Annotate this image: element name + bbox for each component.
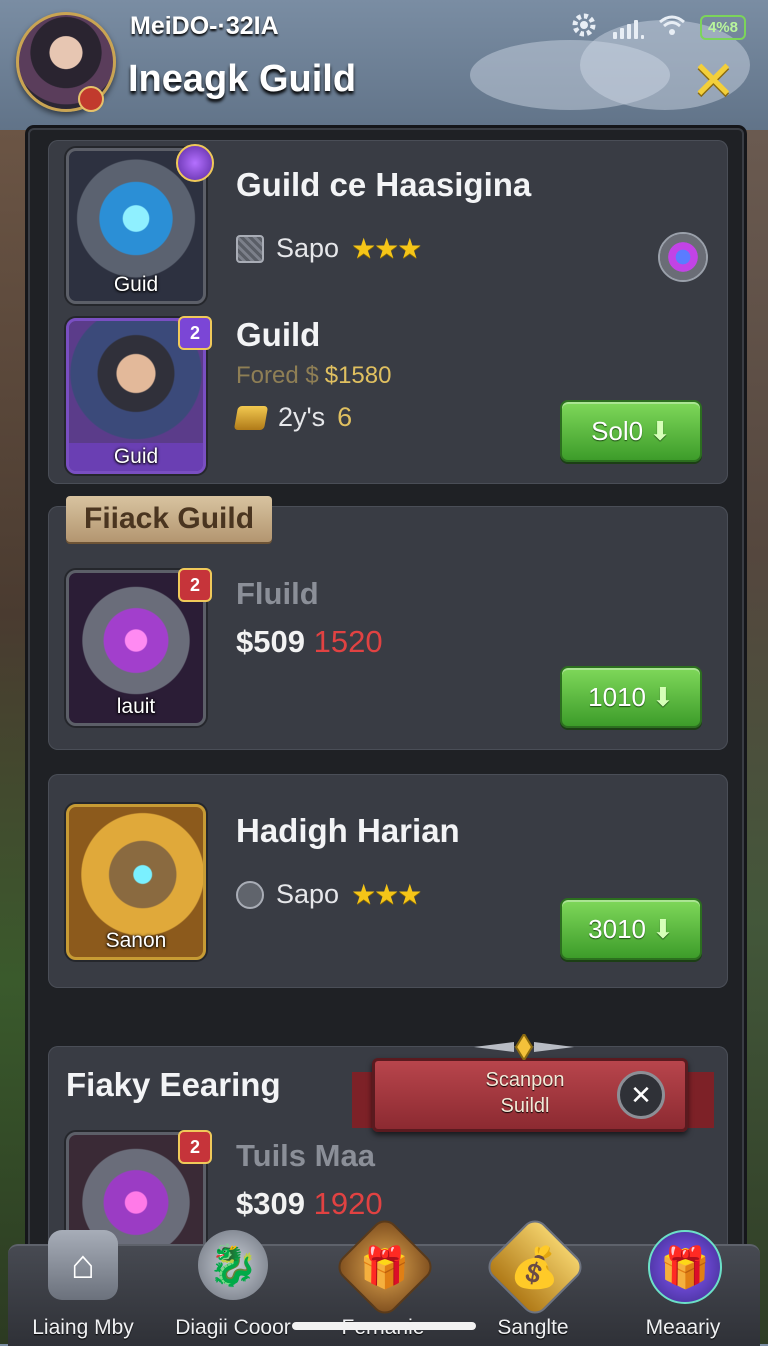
button-label: Sol0 [591, 415, 644, 446]
buy-button[interactable]: 3010 ⬇ [560, 898, 702, 960]
nav-item-home[interactable]: ⌂ Liaing Mby [8, 1230, 158, 1346]
nav-label: Liaing Mby [32, 1316, 134, 1339]
nav-item-gold[interactable]: 💰 Sanglte [458, 1214, 608, 1346]
page-title: Ineagk Guild [128, 58, 357, 100]
guild-price: $309 1920 [236, 1186, 383, 1222]
gem-badge [176, 144, 214, 182]
gold-bars-icon [233, 405, 269, 430]
guild-name: Fluild [236, 576, 319, 611]
stat-label: 2y's [278, 402, 326, 432]
download-arrow-icon: ⬇ [652, 913, 674, 944]
banner-close-button[interactable]: ✕ [617, 1071, 665, 1119]
price-value: $309 [236, 1186, 305, 1221]
guild-meta: Sapo ★★★ [236, 232, 422, 265]
price-prefix: Fored $ [236, 362, 319, 389]
star-rating: ★★★ [351, 233, 422, 264]
status-icons: 4%8 [569, 10, 746, 45]
battery-icon: 4%8 [699, 15, 746, 40]
banner-crest-icon [474, 1034, 574, 1060]
home-indicator[interactable] [292, 1322, 476, 1330]
gift-icon: 🎁 [648, 1230, 722, 1304]
guild-subtitle: Tuils Maa [236, 1138, 375, 1173]
status-bar: MeiDO-·32IA 4%8 [0, 0, 768, 48]
gear-icon [569, 10, 599, 45]
price-value: $509 [236, 624, 305, 659]
sell-button[interactable]: Sol0 ⬇ [560, 400, 702, 462]
guild-meta: Sapo ★★★ [236, 878, 422, 911]
guild-card: lauit 2 Fluild $509 1520 1010 ⬇ [48, 506, 728, 750]
rank-icon [236, 234, 264, 263]
rank-icon [236, 880, 264, 909]
price-discount: 1520 [313, 624, 383, 659]
thumbnail-label: Guid [69, 443, 203, 471]
thumbnail-label: Guid [113, 273, 159, 296]
guild-card: Guid Guild ce Haasigina Sapo ★★★ Guid 2 … [48, 140, 728, 484]
cannon-thumbnail[interactable]: Sanon [66, 804, 206, 960]
avatar-badge [78, 86, 104, 112]
thumbnail-label: lauit [116, 695, 156, 718]
nav-item-dragon[interactable]: 🐉 Diagii Cooor [158, 1230, 308, 1346]
guild-card: Sanon Hadigh Harian Sapo ★★★ 3010 ⬇ [48, 774, 728, 988]
meta-label: Sapo [276, 233, 340, 263]
guild-name: Fiaky Eearing [66, 1066, 281, 1103]
button-label: 3010 [588, 913, 647, 944]
home-icon: ⌂ [48, 1230, 118, 1300]
guild-stat: 2y's 6 [233, 402, 353, 433]
status-title: MeiDO-·32IA [130, 12, 279, 40]
price-discount: 1920 [313, 1186, 383, 1221]
signal-icon [612, 17, 644, 39]
dragon-icon: 🐉 [198, 1230, 268, 1300]
banner-ribbon-end [688, 1072, 714, 1128]
stat-value: 6 [337, 402, 353, 432]
nav-label: Diagii Cooor [175, 1316, 291, 1339]
notification-banner[interactable]: Scanpon Suildl ✕ [372, 1058, 688, 1132]
close-icon[interactable]: ✕ [691, 54, 736, 108]
guild-name: Guild [236, 316, 321, 353]
buy-button[interactable]: 1010 ⬇ [560, 666, 702, 728]
guild-name: Guild ce Haasigina [236, 166, 532, 203]
level-badge: 2 [178, 1130, 212, 1164]
guild-name: Hadigh Harian [236, 812, 460, 849]
nav-label: Meaariy [645, 1316, 721, 1339]
price-value: $1580 [324, 362, 392, 389]
button-label: 1010 [588, 681, 647, 712]
guild-price-line: Fored $ $1580 [236, 362, 391, 390]
section-ribbon: Fiiack Guild [66, 496, 273, 542]
thumbnail-label: Sanon [105, 929, 167, 952]
level-badge: 2 [178, 568, 212, 602]
guild-price: $509 1520 [236, 624, 383, 660]
wifi-icon [658, 14, 686, 41]
download-arrow-icon: ⬇ [649, 415, 671, 446]
level-badge: 2 [178, 316, 212, 350]
download-arrow-icon: ⬇ [652, 681, 674, 712]
bottom-nav: ⌂ Liaing Mby 🐉 Diagii Cooor 🎁 Fernanie 💰… [8, 1214, 760, 1346]
star-rating: ★★★ [351, 879, 422, 910]
nav-item-chest[interactable]: 🎁 Fernanie [308, 1214, 458, 1346]
gem-icon[interactable] [658, 232, 708, 282]
nav-label: Sanglte [497, 1316, 569, 1339]
nav-item-gift[interactable]: 🎁 Meaariy [608, 1230, 758, 1346]
meta-label: Sapo [276, 879, 340, 909]
